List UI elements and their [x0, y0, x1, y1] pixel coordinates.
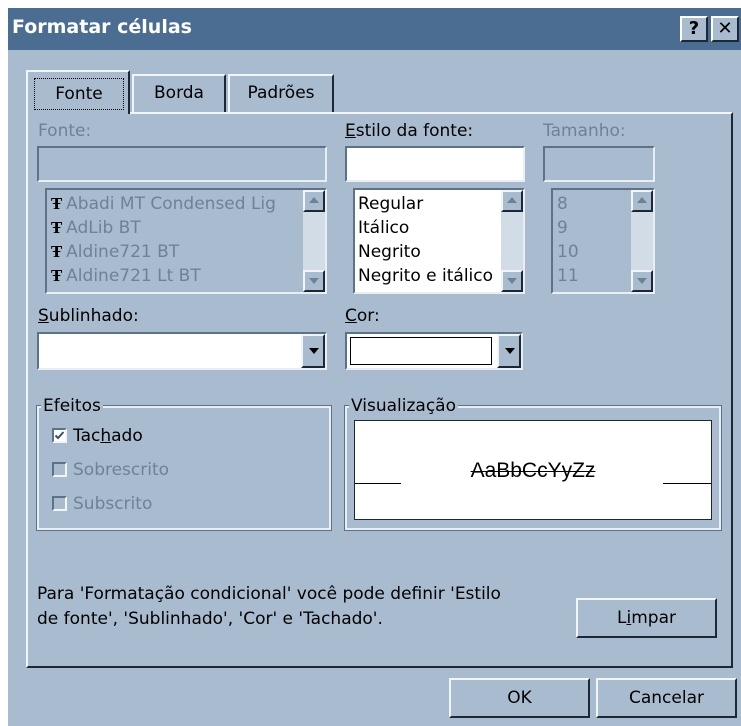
- style-list-item[interactable]: Negrito: [358, 240, 421, 264]
- font-list: Ŧ Abadi MT Condensed Lig Ŧ AdLib BT Ŧ Aldin…: [45, 188, 327, 294]
- chevron-down-icon: [505, 348, 515, 354]
- preview-box: AaBbCcYyZz: [354, 420, 712, 520]
- arrow-down-icon: [507, 278, 517, 284]
- underline-dropdown[interactable]: [37, 332, 327, 370]
- tab-padroes-label: Padrões: [247, 83, 315, 103]
- info-text-line2: de fonte', 'Sublinhado', 'Cor' e 'Tachad…: [37, 609, 383, 629]
- font-style-input[interactable]: [345, 146, 525, 182]
- font-list-item: Ŧ Aldine721 BT: [51, 242, 180, 262]
- dialog-title: Formatar células: [12, 16, 192, 38]
- info-text-line1: Para 'Formatação condicional' você pode …: [37, 584, 501, 604]
- superscript-checkbox: [52, 462, 67, 477]
- style-list-item[interactable]: Negrito e itálico: [358, 264, 502, 288]
- tab-padroes[interactable]: Padrões: [228, 74, 334, 114]
- preview-baseline-left: [355, 483, 401, 484]
- scroll-down-button: [631, 270, 653, 292]
- font-list-item: Ŧ Aldine721 Lt BT: [51, 266, 201, 286]
- font-name-input: [37, 146, 327, 182]
- help-button[interactable]: ?: [680, 16, 708, 42]
- tab-borda[interactable]: Borda: [132, 74, 226, 114]
- help-icon: ?: [688, 18, 700, 39]
- close-icon: ✕: [717, 18, 733, 39]
- color-dropdown[interactable]: [345, 332, 523, 370]
- arrow-up-icon: [507, 197, 517, 203]
- font-list-item: Ŧ AdLib BT: [51, 218, 141, 238]
- title-bar[interactable]: Formatar células ? ✕: [8, 8, 741, 50]
- size-list-scrollbar: [631, 190, 653, 292]
- tab-fonte[interactable]: Fonte: [26, 70, 130, 114]
- strikethrough-label[interactable]: Tachado: [73, 426, 143, 446]
- preview-title: Visualização: [349, 396, 458, 416]
- size-list-item: 9: [557, 218, 568, 238]
- scroll-up-button[interactable]: [501, 190, 523, 212]
- underline-dropdown-button[interactable]: [301, 334, 325, 368]
- truetype-icon: Ŧ: [51, 267, 63, 285]
- arrow-down-icon: [309, 278, 319, 284]
- preview-sample: AaBbCcYyZz: [470, 459, 596, 482]
- superscript-label: Sobrescrito: [73, 460, 170, 480]
- chevron-down-icon: [309, 348, 319, 354]
- font-list-item: Ŧ Abadi MT Condensed Lig: [51, 194, 276, 214]
- arrow-down-icon: [637, 278, 647, 284]
- style-list-scrollbar[interactable]: [501, 190, 523, 292]
- style-list-item[interactable]: Regular: [358, 192, 423, 216]
- cancel-button[interactable]: Cancelar: [596, 678, 737, 718]
- font-style-list[interactable]: Regular Itálico Negrito Negrito e itálic…: [353, 188, 525, 294]
- font-size-list: 8 9 10 11: [551, 188, 655, 294]
- arrow-up-icon: [309, 197, 319, 203]
- arrow-up-icon: [637, 197, 647, 203]
- font-list-scrollbar: [303, 190, 325, 292]
- checkmark-icon: [54, 431, 65, 440]
- truetype-icon: Ŧ: [51, 243, 63, 261]
- size-list-item: 8: [557, 194, 568, 214]
- scroll-up-button: [303, 190, 325, 212]
- underline-label: Sublinhado:: [38, 306, 139, 326]
- color-dropdown-button[interactable]: [497, 334, 521, 368]
- scroll-down-button: [303, 270, 325, 292]
- clear-button[interactable]: Limpar: [576, 598, 717, 638]
- ok-button[interactable]: OK: [449, 678, 590, 718]
- preview-baseline-right: [663, 483, 711, 484]
- close-button[interactable]: ✕: [711, 16, 739, 42]
- color-swatch: [350, 337, 492, 365]
- format-cells-dialog: Formatar células ? ✕ Fonte Borda Padrões…: [8, 8, 741, 726]
- strikethrough-checkbox[interactable]: [52, 428, 67, 443]
- font-size-label: Tamanho:: [543, 121, 626, 141]
- style-list-item[interactable]: Itálico: [358, 216, 409, 240]
- subscript-checkbox: [52, 496, 67, 511]
- subscript-label: Subscrito: [73, 494, 153, 514]
- truetype-icon: Ŧ: [51, 219, 63, 237]
- effects-title: Efeitos: [41, 396, 103, 416]
- scroll-up-button: [631, 190, 653, 212]
- tab-borda-label: Borda: [154, 83, 204, 103]
- size-list-item: 11: [557, 266, 579, 286]
- truetype-icon: Ŧ: [51, 195, 63, 213]
- font-size-input: [543, 146, 655, 182]
- font-style-label: Estilo da fonte:: [345, 121, 474, 141]
- tab-fonte-label: Fonte: [34, 78, 124, 110]
- size-list-item: 10: [557, 242, 579, 262]
- scroll-down-button[interactable]: [501, 270, 523, 292]
- font-label: Fonte:: [38, 121, 92, 141]
- color-label: Cor:: [345, 306, 380, 326]
